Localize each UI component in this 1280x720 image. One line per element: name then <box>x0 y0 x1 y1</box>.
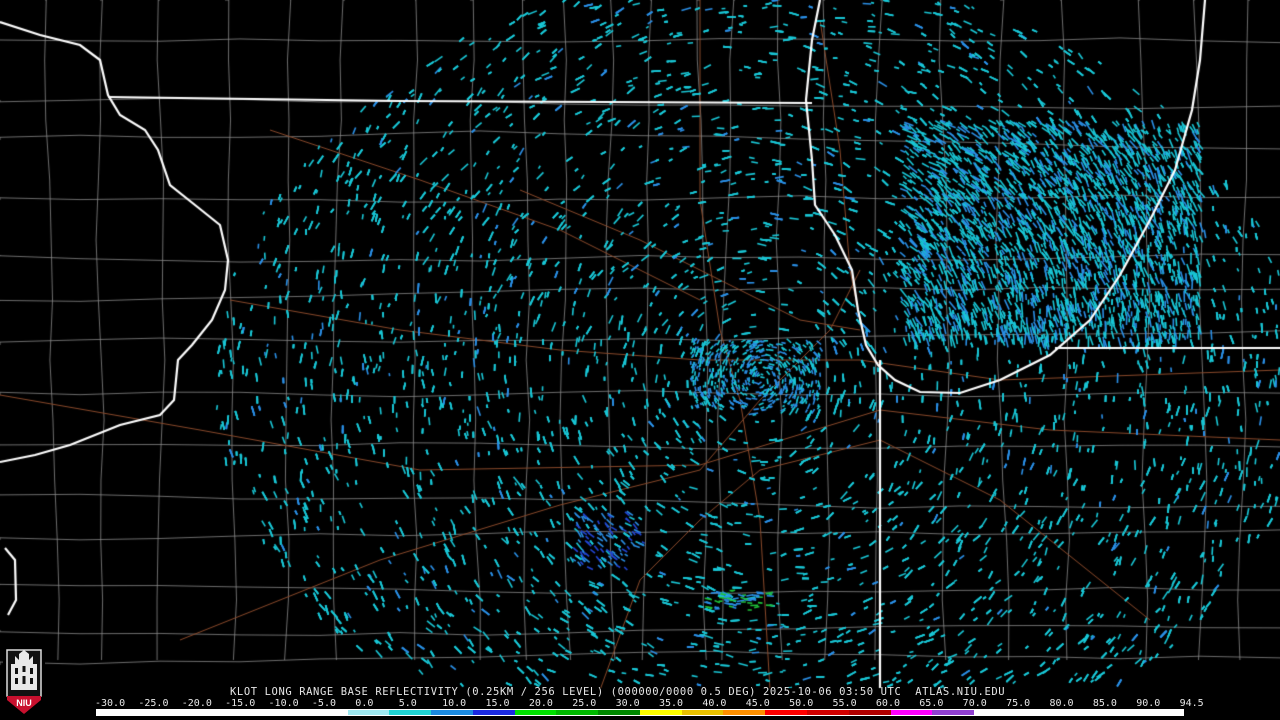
product-title: KLOT LONG RANGE BASE REFLECTIVITY (0.25K… <box>230 686 1006 698</box>
colorbar-label: 70.0 <box>962 698 987 709</box>
colorbar-label: 90.0 <box>1136 698 1161 709</box>
colorbar-swatch <box>1099 710 1142 715</box>
colorbar-swatch <box>639 710 682 715</box>
colorbar-swatch <box>264 710 306 715</box>
colorbar-label: 10.0 <box>442 698 467 709</box>
colorbar-label: 35.0 <box>658 698 684 709</box>
logo-text: NIU <box>16 698 32 708</box>
colorbar-label: 65.0 <box>919 698 944 709</box>
colorbar-swatch <box>848 710 891 715</box>
colorbar-label: 80.0 <box>1049 698 1074 709</box>
colorbar-label: 40.0 <box>702 698 727 709</box>
colorbar-label: -30.0 <box>95 698 126 709</box>
colorbar-label: 60.0 <box>875 698 900 709</box>
colorbar-label: 5.0 <box>398 698 417 709</box>
colorbar-label: 25.0 <box>572 698 597 709</box>
colorbar-swatch <box>472 710 515 715</box>
colorbar-label: 55.0 <box>832 698 857 709</box>
colorbar-swatch <box>556 710 599 715</box>
colorbar-swatch <box>1141 710 1183 715</box>
colorbar-label: 15.0 <box>485 698 510 709</box>
colorbar-label: 50.0 <box>789 698 814 709</box>
radar-map <box>0 0 1280 720</box>
reflectivity-colorbar <box>96 709 1184 716</box>
colorbar-swatch <box>932 710 975 715</box>
colorbar-label: 30.0 <box>615 698 640 709</box>
colorbar-swatch <box>389 710 432 715</box>
colorbar-label: 94.5 <box>1179 698 1204 709</box>
colorbar-label: 75.0 <box>1006 698 1031 709</box>
colorbar-swatch <box>97 710 139 715</box>
colorbar-swatch <box>765 710 808 715</box>
colorbar-swatch <box>1015 710 1058 715</box>
niu-tower-icon: NIU <box>3 646 45 716</box>
colorbar-swatch <box>347 710 390 715</box>
colorbar-swatch <box>138 710 181 715</box>
colorbar-swatch <box>305 710 348 715</box>
colorbar-label: 45.0 <box>745 698 770 709</box>
colorbar-swatch <box>598 710 640 715</box>
colorbar-swatch <box>180 710 223 715</box>
colorbar-label: 85.0 <box>1092 698 1117 709</box>
colorbar-swatch <box>890 710 933 715</box>
colorbar-label: -25.0 <box>138 698 169 709</box>
colorbar-swatch <box>1057 710 1100 715</box>
colorbar-label: -20.0 <box>181 698 212 709</box>
colorbar-label: -10.0 <box>268 698 299 709</box>
colorbar-swatch <box>514 710 557 715</box>
colorbar-label: 20.0 <box>528 698 553 709</box>
colorbar-swatch <box>723 710 766 715</box>
colorbar-swatch <box>974 710 1016 715</box>
colorbar-label: -15.0 <box>225 698 256 709</box>
colorbar-swatch <box>681 710 724 715</box>
colorbar-labels: -30.0 -25.0 -20.0 -15.0 -10.0 -5.0 0.0 5.0 10.0 1… <box>95 698 1204 709</box>
colorbar-label: -5.0 <box>311 698 336 709</box>
colorbar-swatch <box>807 710 849 715</box>
colorbar-swatch <box>222 710 265 715</box>
colorbar-label: 0.0 <box>355 698 374 709</box>
colorbar-swatch <box>431 710 473 715</box>
